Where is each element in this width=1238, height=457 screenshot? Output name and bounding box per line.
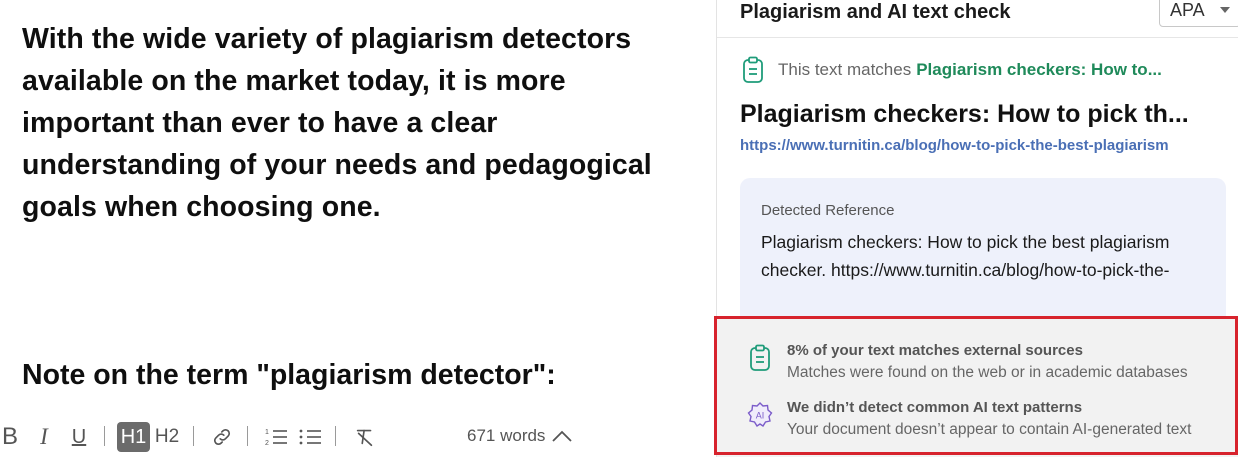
svg-text:2: 2 [265,440,269,447]
match-source-link[interactable]: Plagiarism checkers: How to... [916,60,1162,80]
highlight-annotation [714,316,1238,455]
heading2-button[interactable]: H2 [154,424,180,450]
panel-title: Plagiarism and AI text check [740,1,1011,23]
citation-style-value: APA [1170,0,1205,20]
link-icon[interactable] [209,424,235,450]
toolbar-divider [335,426,336,446]
bold-button[interactable]: B [0,423,20,450]
chevron-up-icon [552,430,573,442]
editor-paragraph[interactable]: With the wide variety of plagiarism dete… [22,18,662,228]
match-prefix: This text matches [778,60,912,79]
document-editor[interactable]: With the wide variety of plagiarism dete… [0,0,716,457]
word-count-label: 671 words [467,426,546,445]
editor-heading[interactable]: Note on the term "plagiarism detector": [22,354,556,396]
source-url-link[interactable]: https://www.turnitin.ca/blog/how-to-pick… [740,137,1169,154]
bullet-list-icon[interactable] [297,424,323,450]
citation-style-select[interactable]: APA [1159,0,1238,27]
numbered-list-icon[interactable]: 1 2 [263,424,289,450]
source-title: Plagiarism checkers: How to pick th... [740,100,1189,128]
panel-header: Plagiarism and AI text check APA [717,0,1238,38]
reference-text: Plagiarism checkers: How to pick the bes… [761,232,1170,280]
caret-down-icon [1220,7,1230,13]
toolbar-divider [247,426,248,446]
match-row[interactable]: This text matches Plagiarism checkers: H… [742,56,1162,84]
toolbar-divider [104,426,105,446]
clipboard-icon [743,56,763,83]
heading1-button[interactable]: H1 [117,422,150,452]
italic-button[interactable]: I [34,424,54,450]
word-count[interactable]: 671 words [467,426,573,446]
reference-label: Detected Reference [761,202,895,219]
toolbar-divider [193,426,194,446]
underline-button[interactable]: U [68,424,90,450]
clear-format-icon[interactable] [352,424,378,450]
svg-text:1: 1 [265,429,269,436]
detected-reference-card: Detected Reference Plagiarism checkers: … [740,178,1226,318]
